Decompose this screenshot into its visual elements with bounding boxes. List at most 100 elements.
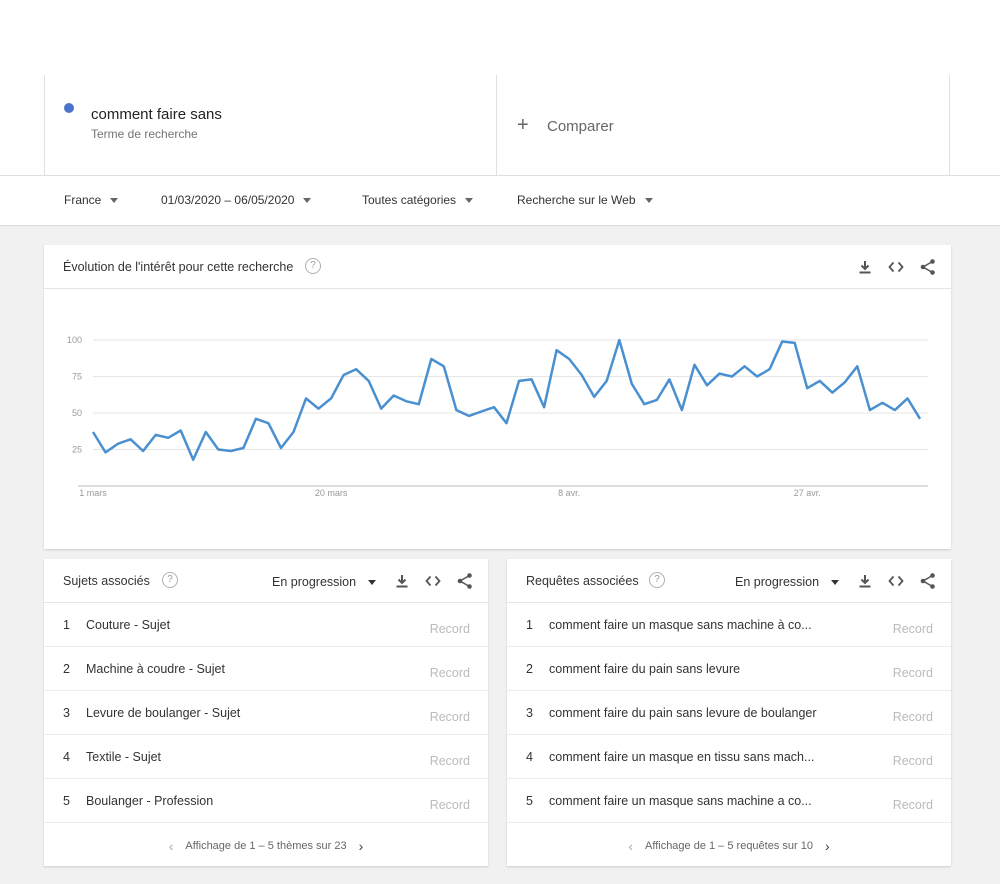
query-row[interactable]: 1 comment faire un masque sans machine à… [507,603,951,647]
row-value: Record [892,798,933,812]
region-filter[interactable]: France [64,193,119,207]
compare-button[interactable]: + Comparer [497,75,950,175]
row-label: comment faire un masque sans machine a c… [549,794,812,808]
caret-down-icon [465,197,474,203]
pager-text: Affichage de 1 – 5 requêtes sur 10 [645,840,813,852]
queries-mode-select[interactable]: En progression [735,575,840,589]
card-header: Évolution de l'intérêt pour cette recher… [44,245,951,289]
help-icon[interactable]: ? [649,572,665,588]
search-type-label: Recherche sur le Web [517,193,636,207]
topic-row[interactable]: 4 Textile - Sujet Record [44,735,488,779]
row-value: Record [429,754,470,768]
row-rank: 1 [63,618,70,632]
category-filter[interactable]: Toutes catégories [362,193,474,207]
query-row[interactable]: 5 comment faire un masque sans machine a… [507,779,951,823]
chevron-right-icon[interactable]: › [359,838,364,854]
row-rank: 1 [526,618,533,632]
row-label: Levure de boulanger - Sujet [86,706,241,720]
chevron-left-icon[interactable]: ‹ [628,838,633,854]
caret-down-icon [368,579,377,585]
share-icon[interactable] [456,572,474,590]
chevron-right-icon[interactable]: › [825,838,830,854]
caret-down-icon [303,197,312,203]
search-term-title[interactable]: comment faire sans [91,106,222,123]
caret-down-icon [644,197,653,203]
row-rank: 3 [63,706,70,720]
topic-row[interactable]: 2 Machine à coudre - Sujet Record [44,647,488,691]
download-icon[interactable] [393,572,411,590]
query-row[interactable]: 4 comment faire un masque en tissu sans … [507,735,951,779]
x-tick-label: 8 avr. [558,488,580,498]
row-value: Record [429,798,470,812]
topic-row[interactable]: 5 Boulanger - Profession Record [44,779,488,823]
region-filter-label: France [64,193,102,207]
series-line[interactable] [91,338,922,461]
row-rank: 2 [63,662,70,676]
row-label: comment faire du pain sans levure de bou… [549,706,817,720]
queries-title: Requêtes associées [526,574,639,588]
date-range-label: 01/03/2020 – 06/05/2020 [161,193,295,207]
embed-icon[interactable] [887,258,905,276]
row-value: Record [429,622,470,636]
row-rank: 4 [63,750,70,764]
caret-down-icon [831,579,840,585]
card-header: Requêtes associées ? En progression [507,559,951,603]
embed-icon[interactable] [424,572,442,590]
plus-icon: + [517,114,529,136]
caret-down-icon [110,197,119,203]
chevron-left-icon[interactable]: ‹ [169,838,174,854]
download-icon[interactable] [856,258,874,276]
share-icon[interactable] [919,572,937,590]
row-rank: 4 [526,750,533,764]
related-queries-card: Requêtes associées ? En progression 1 co… [507,559,951,866]
card-header: Sujets associés ? En progression [44,559,488,603]
row-rank: 5 [526,794,533,808]
help-icon[interactable]: ? [162,572,178,588]
row-label: Couture - Sujet [86,618,171,632]
y-tick-label: 100 [67,335,82,345]
interest-over-time-card: Évolution de l'intérêt pour cette recher… [44,245,951,549]
row-label: comment faire du pain sans levure [549,662,741,676]
topics-mode-label: En progression [272,575,357,589]
row-rank: 2 [526,662,533,676]
embed-icon[interactable] [887,572,905,590]
row-label: Machine à coudre - Sujet [86,662,225,676]
row-rank: 3 [526,706,533,720]
pager-text: Affichage de 1 – 5 thèmes sur 23 [185,840,347,852]
interest-title: Évolution de l'intérêt pour cette recher… [63,260,294,274]
row-value: Record [892,666,933,680]
y-tick-label: 75 [72,372,82,382]
topic-row[interactable]: 3 Levure de boulanger - Sujet Record [44,691,488,735]
compare-label: Comparer [547,118,614,135]
search-type-filter[interactable]: Recherche sur le Web [517,193,653,207]
search-term-type: Terme de recherche [91,127,198,141]
topic-row[interactable]: 1 Couture - Sujet Record [44,603,488,647]
row-label: comment faire un masque sans machine à c… [549,618,812,632]
row-value: Record [892,710,933,724]
row-rank: 5 [63,794,70,808]
query-row[interactable]: 2 comment faire du pain sans levure Reco… [507,647,951,691]
help-icon[interactable]: ? [305,258,321,274]
share-icon[interactable] [919,258,937,276]
category-filter-label: Toutes catégories [362,193,457,207]
download-icon[interactable] [856,572,874,590]
topics-title: Sujets associés [63,574,150,588]
divider [0,175,1000,176]
row-value: Record [892,622,933,636]
topics-pager: ‹ Affichage de 1 – 5 thèmes sur 23 › [44,834,488,858]
queries-pager: ‹ Affichage de 1 – 5 requêtes sur 10 › [507,834,951,858]
y-tick-label: 50 [72,408,82,418]
row-value: Record [429,666,470,680]
row-value: Record [429,710,470,724]
row-label: Boulanger - Profession [86,794,214,808]
interest-line-chart: 25 50 75 100 1 mars 20 mars 8 avr. 27 avr. [67,335,928,498]
date-range-filter[interactable]: 01/03/2020 – 06/05/2020 [161,193,312,207]
query-row[interactable]: 3 comment faire du pain sans levure de b… [507,691,951,735]
y-tick-label: 25 [72,445,82,455]
row-value: Record [892,754,933,768]
row-label: comment faire un masque en tissu sans ma… [549,750,815,764]
x-tick-label: 20 mars [315,488,348,498]
search-term-card[interactable]: comment faire sans Terme de recherche [44,75,497,175]
row-label: Textile - Sujet [86,750,162,764]
topics-mode-select[interactable]: En progression [272,575,377,589]
